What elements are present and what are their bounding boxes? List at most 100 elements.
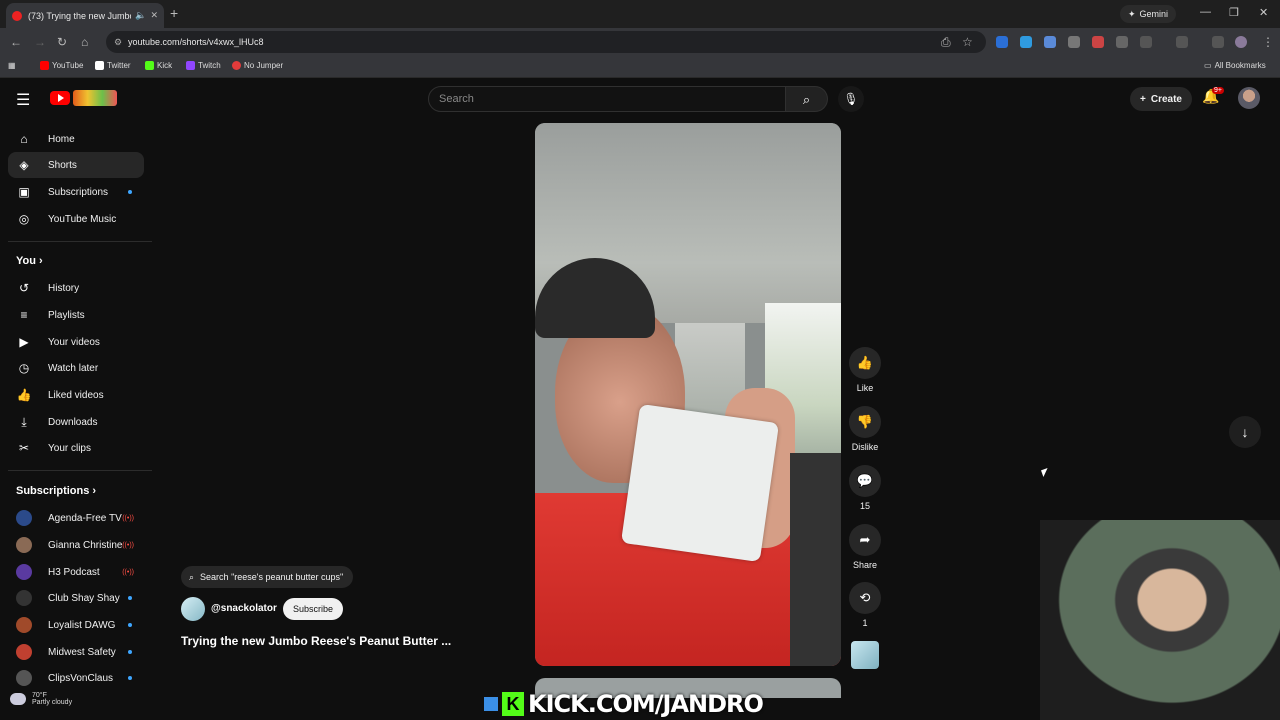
sidebar-item-youtube-music[interactable]: ◎ YouTube Music bbox=[8, 206, 144, 232]
extension-icon[interactable] bbox=[1068, 36, 1080, 48]
live-icon: ((•)) bbox=[122, 514, 134, 522]
sidebar-item-subscriptions[interactable]: ▣ Subscriptions bbox=[8, 179, 144, 205]
back-icon[interactable]: ← bbox=[10, 35, 22, 49]
bookmark-twitter[interactable]: Twitter bbox=[95, 61, 131, 70]
search-icon: ⌕ bbox=[189, 571, 195, 582]
suggestion-text: Search "reese's peanut butter cups" bbox=[200, 572, 344, 582]
kick-logo-icon: K bbox=[502, 692, 524, 716]
reload-icon[interactable]: ↻ bbox=[57, 35, 67, 49]
streamer-webcam bbox=[1040, 520, 1280, 720]
restore-button[interactable]: ❐ bbox=[1229, 6, 1239, 19]
share-button[interactable]: ➦ Share bbox=[849, 524, 881, 570]
youtube-icon bbox=[40, 61, 49, 70]
channel-name[interactable]: @snackolator bbox=[211, 603, 277, 614]
menu-kebab-icon[interactable]: ⋮ bbox=[1262, 35, 1274, 49]
dislike-button[interactable]: 👎 Dislike bbox=[849, 406, 881, 452]
install-icon[interactable]: ⎙ bbox=[941, 35, 951, 50]
comments-button[interactable]: 💬 15 bbox=[849, 465, 881, 511]
shorts-icon: ◈ bbox=[19, 158, 29, 172]
extension-icon[interactable] bbox=[1044, 36, 1056, 48]
kick-icon bbox=[145, 61, 154, 70]
channel-avatar bbox=[16, 670, 32, 686]
site-info-icon[interactable]: ⚙ bbox=[114, 37, 122, 48]
sound-thumbnail[interactable] bbox=[851, 641, 879, 669]
sidebar-item-label: Shorts bbox=[48, 159, 77, 171]
sidebar-item-label: Home bbox=[48, 133, 75, 145]
sidebar-item-watch-later[interactable]: ◷ Watch later bbox=[8, 355, 144, 381]
subscription-channel[interactable]: ClipsVonClaus bbox=[8, 665, 144, 691]
channel-name: Loyalist DAWG bbox=[48, 619, 116, 631]
extension-icon[interactable] bbox=[996, 36, 1008, 48]
subscription-channel[interactable]: H3 Podcast ((•)) bbox=[8, 559, 144, 585]
minimize-button[interactable]: — bbox=[1200, 6, 1211, 18]
extension-icon[interactable] bbox=[1020, 36, 1032, 48]
home-icon: ⌂ bbox=[20, 132, 28, 146]
kick-overlay: K KICK.COM/JANDRO bbox=[484, 690, 764, 718]
sidebar-item-shorts[interactable]: ◈ Shorts bbox=[8, 152, 144, 178]
profile-avatar[interactable] bbox=[1235, 36, 1247, 48]
you-header[interactable]: You › bbox=[16, 255, 43, 267]
tab-title: (73) Trying the new Jumbo bbox=[28, 10, 132, 21]
live-icon: ((•)) bbox=[122, 541, 134, 549]
folder-icon: ▭ bbox=[1204, 61, 1212, 70]
subscribe-button[interactable]: Subscribe bbox=[283, 598, 344, 620]
media-icon[interactable] bbox=[1212, 36, 1224, 48]
search-input[interactable]: Search bbox=[428, 86, 786, 112]
all-bookmarks[interactable]: ▭ All Bookmarks bbox=[1204, 61, 1266, 70]
home-browser-icon[interactable]: ⌂ bbox=[81, 35, 88, 49]
remix-icon: ⟲ bbox=[849, 582, 881, 614]
channel-avatar[interactable] bbox=[181, 597, 205, 621]
bookmark-kick[interactable]: Kick bbox=[145, 61, 172, 70]
apps-grid-icon[interactable]: ▦ bbox=[8, 61, 16, 70]
subscription-channel[interactable]: Agenda-Free TV ((•)) bbox=[8, 505, 144, 531]
close-window-button[interactable]: ✕ bbox=[1259, 6, 1268, 19]
extensions-puzzle-icon[interactable] bbox=[1140, 36, 1152, 48]
speaker-icon[interactable]: 🔈 bbox=[135, 10, 146, 21]
channel-avatar bbox=[16, 564, 32, 580]
bookmark-no-jumper[interactable]: No Jumper bbox=[232, 61, 283, 70]
short-title[interactable]: Trying the new Jumbo Reese's Peanut Butt… bbox=[181, 634, 451, 648]
like-button[interactable]: 👍 Like bbox=[849, 347, 881, 393]
create-button[interactable]: + Create bbox=[1130, 87, 1192, 111]
subscription-channel[interactable]: Loyalist DAWG bbox=[8, 612, 144, 638]
forward-icon[interactable]: → bbox=[34, 35, 46, 49]
youtube-logo[interactable] bbox=[50, 90, 117, 106]
sidebar-item-your-clips[interactable]: ✂ Your clips bbox=[8, 435, 144, 461]
taskbar-weather[interactable]: 70°F Partly cloudy bbox=[10, 692, 72, 706]
bookmark-star-icon[interactable]: ☆ bbox=[962, 35, 973, 49]
subscriptions-header[interactable]: Subscriptions › bbox=[16, 485, 96, 497]
search-suggestion-chip[interactable]: ⌕ Search "reese's peanut butter cups" bbox=[181, 566, 354, 588]
watch-later-icon: ◷ bbox=[18, 361, 30, 375]
subscription-channel[interactable]: Midwest Safety bbox=[8, 639, 144, 665]
sidebar-item-downloads[interactable]: ⤓ Downloads bbox=[8, 409, 144, 435]
search-button[interactable]: ⌕ bbox=[786, 86, 828, 112]
bookmark-twitch[interactable]: Twitch bbox=[186, 61, 221, 70]
sidebar-icon[interactable] bbox=[1176, 36, 1188, 48]
sidebar: ⌂ Home ◈ Shorts ▣ Subscriptions ◎ YouTube Mu… bbox=[0, 122, 152, 692]
chevron-right-icon: › bbox=[92, 485, 97, 497]
sidebar-item-label: History bbox=[48, 282, 80, 294]
browser-tab[interactable]: (73) Trying the new Jumbo 🔈 ✕ bbox=[6, 3, 164, 28]
remix-button[interactable]: ⟲ 1 bbox=[849, 582, 881, 628]
close-tab-icon[interactable]: ✕ bbox=[150, 10, 158, 21]
hamburger-menu-icon[interactable]: ☰ bbox=[16, 90, 30, 110]
sidebar-item-your-videos[interactable]: ▶ Your videos bbox=[8, 329, 144, 355]
sidebar-item-playlists[interactable]: ≡ Playlists bbox=[8, 302, 144, 328]
gemini-button[interactable]: ✦ Gemini bbox=[1120, 5, 1177, 23]
user-avatar[interactable] bbox=[1238, 87, 1260, 109]
subscription-channel[interactable]: Club Shay Shay bbox=[8, 585, 144, 611]
voice-search-button[interactable]: 🎙 bbox=[838, 86, 864, 112]
sidebar-item-history[interactable]: ↺ History bbox=[8, 275, 144, 301]
bookmark-youtube[interactable]: YouTube bbox=[40, 61, 83, 70]
new-tab-button[interactable]: + bbox=[170, 5, 178, 21]
sidebar-item-liked-videos[interactable]: 👍 Liked videos bbox=[8, 382, 144, 408]
subscription-channel[interactable]: Gianna Christine ((•)) bbox=[8, 532, 144, 558]
microphone-icon: 🎙 bbox=[843, 92, 859, 106]
url-bar[interactable]: ⚙ youtube.com/shorts/v4xwx_lHUc8 bbox=[106, 31, 986, 53]
short-video-player[interactable] bbox=[535, 123, 841, 666]
weather-condition: Partly cloudy bbox=[32, 699, 73, 706]
next-short-button[interactable]: ↓ bbox=[1229, 416, 1261, 448]
sidebar-item-home[interactable]: ⌂ Home bbox=[8, 126, 144, 152]
extension-icon[interactable] bbox=[1092, 36, 1104, 48]
extension-icon[interactable] bbox=[1116, 36, 1128, 48]
